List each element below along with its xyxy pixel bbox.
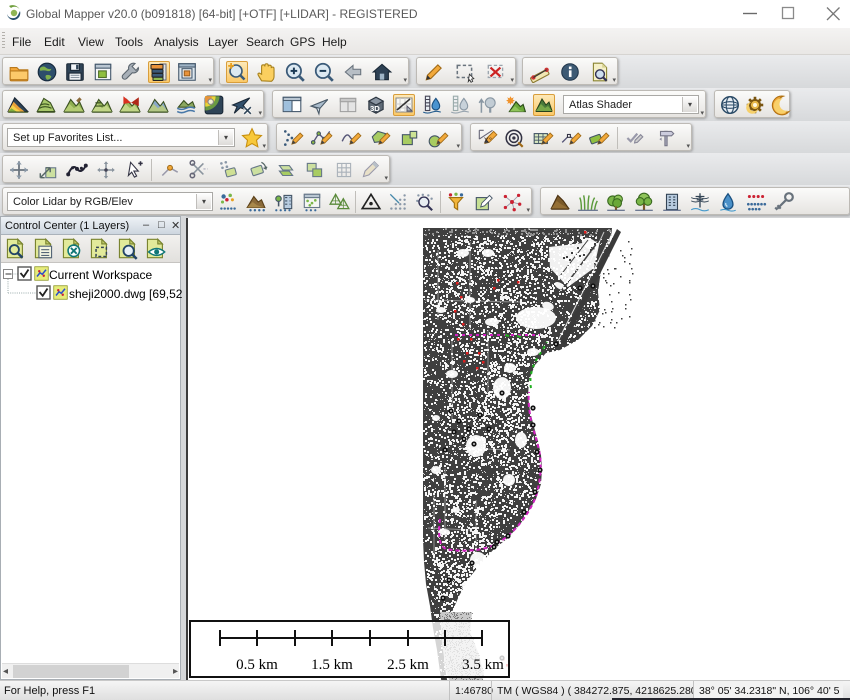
svg-text:0.5 km: 0.5 km xyxy=(236,657,278,673)
svg-text:X°: X° xyxy=(484,135,492,144)
svg-text:3.5 km: 3.5 km xyxy=(462,657,504,673)
svg-text:1.5 km: 1.5 km xyxy=(311,657,353,673)
svg-text:2.5 km: 2.5 km xyxy=(387,657,429,673)
svg-text:3D: 3D xyxy=(370,104,380,113)
